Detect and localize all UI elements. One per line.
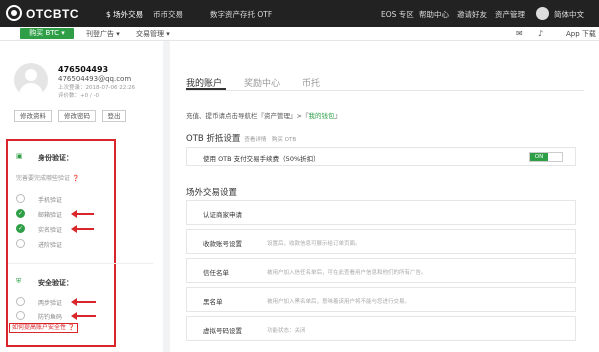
phone-verify-link[interactable]: 手机验证	[38, 195, 62, 204]
payment-account-label: 收款账号设置	[203, 240, 242, 248]
bell-icon[interactable]: ♪	[538, 29, 543, 38]
security-verification-title: 安全验证：	[38, 279, 73, 287]
section-divider	[8, 263, 153, 264]
blacklist-row[interactable]: 黑名单 被用户加入黑名单后，意味着该用户将不能与您进行交易。	[186, 287, 576, 312]
brand-name[interactable]: OTCBTC	[26, 7, 79, 21]
sub-navbar: 购买 BTC ▾ 刊登广告 ▾ 交易管理 ▾ ✉ ♪ App 下载	[0, 27, 599, 41]
nav-coin-trading[interactable]: 币币交易	[153, 9, 183, 20]
question-icon[interactable]: ❓	[72, 175, 79, 182]
annotation-arrow-anti-phishing	[71, 312, 96, 320]
trust-list-desc: 被用户加入信任名单后，可在此查看用户信息和他们的所有广告。	[267, 270, 427, 276]
profile-avatar	[14, 63, 48, 97]
blacklist-label: 黑名单	[203, 298, 223, 306]
top-navbar: OTCBTC $ 场外交易 币币交易 数字资产存托 OTF EOS 专区 帮助中…	[0, 0, 599, 27]
otb-links[interactable]: 查看详情 购买 OTB	[244, 137, 296, 143]
buy-btc-button[interactable]: 购买 BTC ▾	[20, 28, 74, 39]
two-factor-link[interactable]: 两步验证	[38, 298, 62, 307]
advanced-verify-link[interactable]: 进阶验证	[38, 240, 62, 249]
otb-fee-toggle[interactable]: ON	[529, 152, 563, 162]
rating-count: 评价数：+0 / -0	[58, 93, 99, 99]
otb-settings-title: OTB 折抵设置 查看详情 购买 OTB	[186, 134, 297, 144]
anti-phishing-status-icon	[16, 311, 25, 320]
post-ad-menu[interactable]: 刊登广告 ▾	[86, 29, 120, 39]
chat-icon[interactable]: ✉	[516, 29, 523, 38]
anti-phishing-link[interactable]: 防钓鱼码	[38, 312, 62, 321]
realname-verify-link[interactable]: 实名验证	[38, 225, 62, 234]
merchant-apply-row[interactable]: 认证商家申请	[186, 200, 576, 225]
otb-fee-label: 使用 OTB 支付交易手续费（50%折扣）	[203, 155, 320, 163]
user-avatar-icon[interactable]	[536, 7, 549, 20]
deposit-withdraw-hint: 充值、提币请点击导航栏『资产管理』>『我的钱包』	[186, 112, 341, 120]
shield-icon: ⛨	[16, 277, 22, 285]
last-login-time: 上次登录：2018-07-06 22:26	[58, 85, 136, 91]
identity-verification-title: 身份验证：	[38, 154, 73, 162]
edit-profile-button[interactable]: 修改资料	[14, 110, 52, 122]
otb-fee-row: 使用 OTB 支付交易手续费（50%折扣） ON	[186, 147, 576, 166]
phone-verify-status-icon	[16, 194, 25, 203]
trade-management-menu[interactable]: 交易管理 ▾	[136, 29, 170, 39]
my-wallet-link[interactable]: 我的钱包	[308, 112, 334, 120]
logout-button[interactable]: 登出	[102, 110, 126, 122]
nav-asset-management[interactable]: 资产管理	[495, 9, 525, 20]
account-main-panel: 我的账户 奖励中心 币托 充值、提币请点击导航栏『资产管理』>『我的钱包』 OT…	[170, 41, 599, 352]
toggle-on-label: ON	[530, 153, 548, 161]
tabs-divider	[186, 90, 584, 91]
id-card-icon: ▣	[16, 152, 23, 160]
nav-eos-zone[interactable]: EOS 专区	[381, 9, 414, 20]
realname-verify-check-icon: ✓	[16, 224, 25, 233]
annotation-arrow-realname	[71, 225, 94, 233]
tab-coin-custody[interactable]: 币托	[302, 76, 320, 89]
otc-settings-title: 场外交易设置	[186, 188, 238, 198]
profile-sidebar: 476504493 476504493@qq.com 上次登录：2018-07-…	[0, 41, 163, 352]
merchant-apply-label: 认证商家申请	[203, 211, 242, 219]
language-selector[interactable]: 简体中文	[554, 9, 584, 20]
nav-help-center[interactable]: 帮助中心	[419, 9, 449, 20]
virtual-number-desc: 功能状态：关闭	[267, 328, 306, 334]
email-verify-check-icon: ✓	[16, 209, 25, 218]
identity-hint: 完善要完成哪些验证 ❓	[16, 175, 80, 182]
user-email: 476504493@qq.com	[58, 75, 132, 83]
trust-list-label: 信任名单	[203, 269, 229, 277]
change-password-button[interactable]: 修改密码	[58, 110, 96, 122]
app-download-link[interactable]: App 下载	[566, 29, 596, 39]
payment-account-desc: 设置后，收款信息可展示给订单页面。	[267, 241, 361, 247]
tab-rewards-center[interactable]: 奖励中心	[244, 76, 280, 89]
two-factor-status-icon	[16, 297, 25, 306]
trust-list-row[interactable]: 信任名单 被用户加入信任名单后，可在此查看用户信息和他们的所有广告。	[186, 258, 576, 283]
virtual-number-label: 虚拟号码设置	[203, 327, 242, 335]
annotation-arrow-two-factor	[71, 298, 96, 306]
blacklist-desc: 被用户加入黑名单后，意味着该用户将不能与您进行交易。	[267, 299, 411, 305]
payment-account-row[interactable]: 收款账号设置 设置后，收款信息可展示给订单页面。	[186, 229, 576, 254]
brand-logo-icon[interactable]	[6, 5, 22, 21]
nav-otf[interactable]: 数字资产存托 OTF	[210, 9, 272, 20]
annotation-arrow-email	[71, 210, 94, 218]
email-verify-link[interactable]: 邮箱验证	[38, 210, 62, 219]
advanced-verify-status-icon	[16, 239, 25, 248]
nav-otc-trading[interactable]: $ 场外交易	[106, 9, 143, 20]
improve-security-link[interactable]: 如何提高账户安全性 ❓	[9, 323, 79, 333]
nav-invite-friends[interactable]: 邀请好友	[457, 9, 487, 20]
username: 476504493	[58, 65, 109, 74]
virtual-number-row[interactable]: 虚拟号码设置 功能状态：关闭	[186, 316, 576, 341]
